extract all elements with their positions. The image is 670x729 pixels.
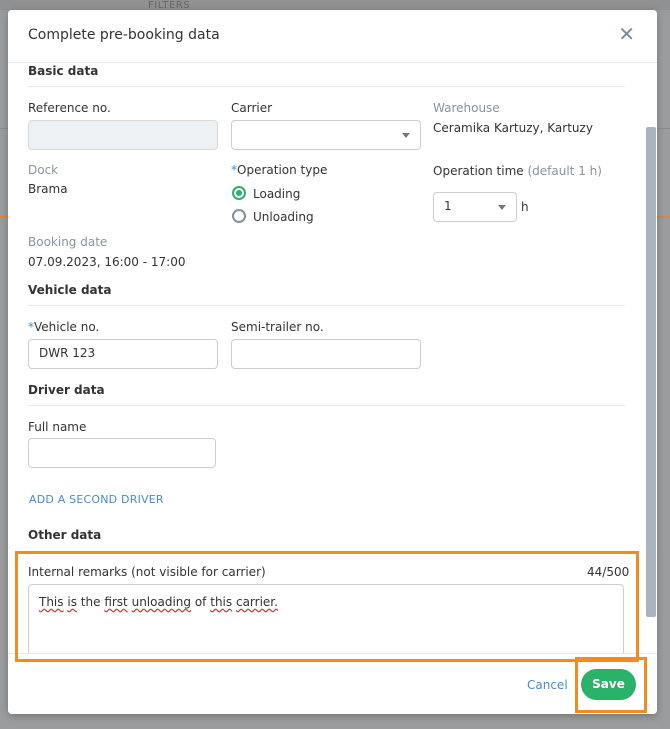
scrollbar-thumb[interactable] <box>646 127 656 617</box>
warehouse-value: Ceramika Kartuzy, Kartuzy <box>433 121 593 135</box>
chevron-down-icon <box>402 133 410 138</box>
section-title-vehicle: Vehicle data <box>28 283 112 297</box>
vehicle-label: *Vehicle no. <box>28 320 100 334</box>
background-page-strip <box>0 0 670 10</box>
operation-type-label: *Operation type <box>231 163 328 177</box>
booking-date-label: Booking date <box>28 235 108 249</box>
section-divider <box>28 405 625 406</box>
operation-time-select[interactable]: 1 <box>433 192 517 222</box>
background-accent <box>0 216 8 218</box>
cancel-button[interactable]: Cancel <box>527 678 568 692</box>
remarks-counter: 44/500 <box>587 565 630 579</box>
dialog-footer: Cancel Save <box>8 653 657 714</box>
semitrailer-label: Semi-trailer no. <box>231 320 324 334</box>
section-title-basic: Basic data <box>28 64 99 78</box>
section-title-other: Other data <box>28 528 102 542</box>
dialog-title: Complete pre-booking data <box>28 27 220 43</box>
background-accent <box>657 216 670 218</box>
dialog-header: Complete pre-booking data ✕ <box>8 10 657 63</box>
radio-unloading-label[interactable]: Unloading <box>253 210 314 224</box>
radio-loading[interactable] <box>232 186 246 200</box>
remarks-textarea[interactable]: This is the first unloading of this carr… <box>28 584 624 653</box>
full-name-label: Full name <box>28 420 87 434</box>
save-button[interactable]: Save <box>581 669 636 700</box>
vehicle-input[interactable]: DWR 123 <box>28 339 218 369</box>
section-divider <box>28 305 625 306</box>
section-divider <box>28 86 625 87</box>
full-name-input[interactable] <box>28 438 216 468</box>
dock-label: Dock <box>28 163 59 177</box>
carrier-select[interactable] <box>231 120 421 150</box>
semitrailer-input[interactable] <box>231 339 421 369</box>
operation-time-unit: h <box>521 200 529 214</box>
operation-time-label: Operation time (default 1 h) <box>433 164 602 178</box>
chevron-down-icon <box>498 205 506 210</box>
pre-booking-dialog: Complete pre-booking data ✕ Basic data R… <box>8 10 657 714</box>
reference-label: Reference no. <box>28 101 111 115</box>
radio-loading-label[interactable]: Loading <box>253 187 300 201</box>
radio-unloading[interactable] <box>232 209 246 223</box>
remarks-label: Internal remarks (not visible for carrie… <box>28 565 266 579</box>
reference-input[interactable] <box>28 120 218 150</box>
dialog-body[interactable]: Basic data Reference no. Carrier Warehou… <box>8 63 657 653</box>
section-title-driver: Driver data <box>28 383 105 397</box>
booking-date-value: 07.09.2023, 16:00 - 17:00 <box>28 255 186 269</box>
warehouse-label: Warehouse <box>433 101 500 115</box>
add-second-driver-link[interactable]: ADD A SECOND DRIVER <box>29 493 164 506</box>
close-icon[interactable]: ✕ <box>618 24 635 44</box>
dock-value: Brama <box>28 182 68 196</box>
carrier-label: Carrier <box>231 101 273 115</box>
operation-time-value: 1 <box>444 199 452 213</box>
